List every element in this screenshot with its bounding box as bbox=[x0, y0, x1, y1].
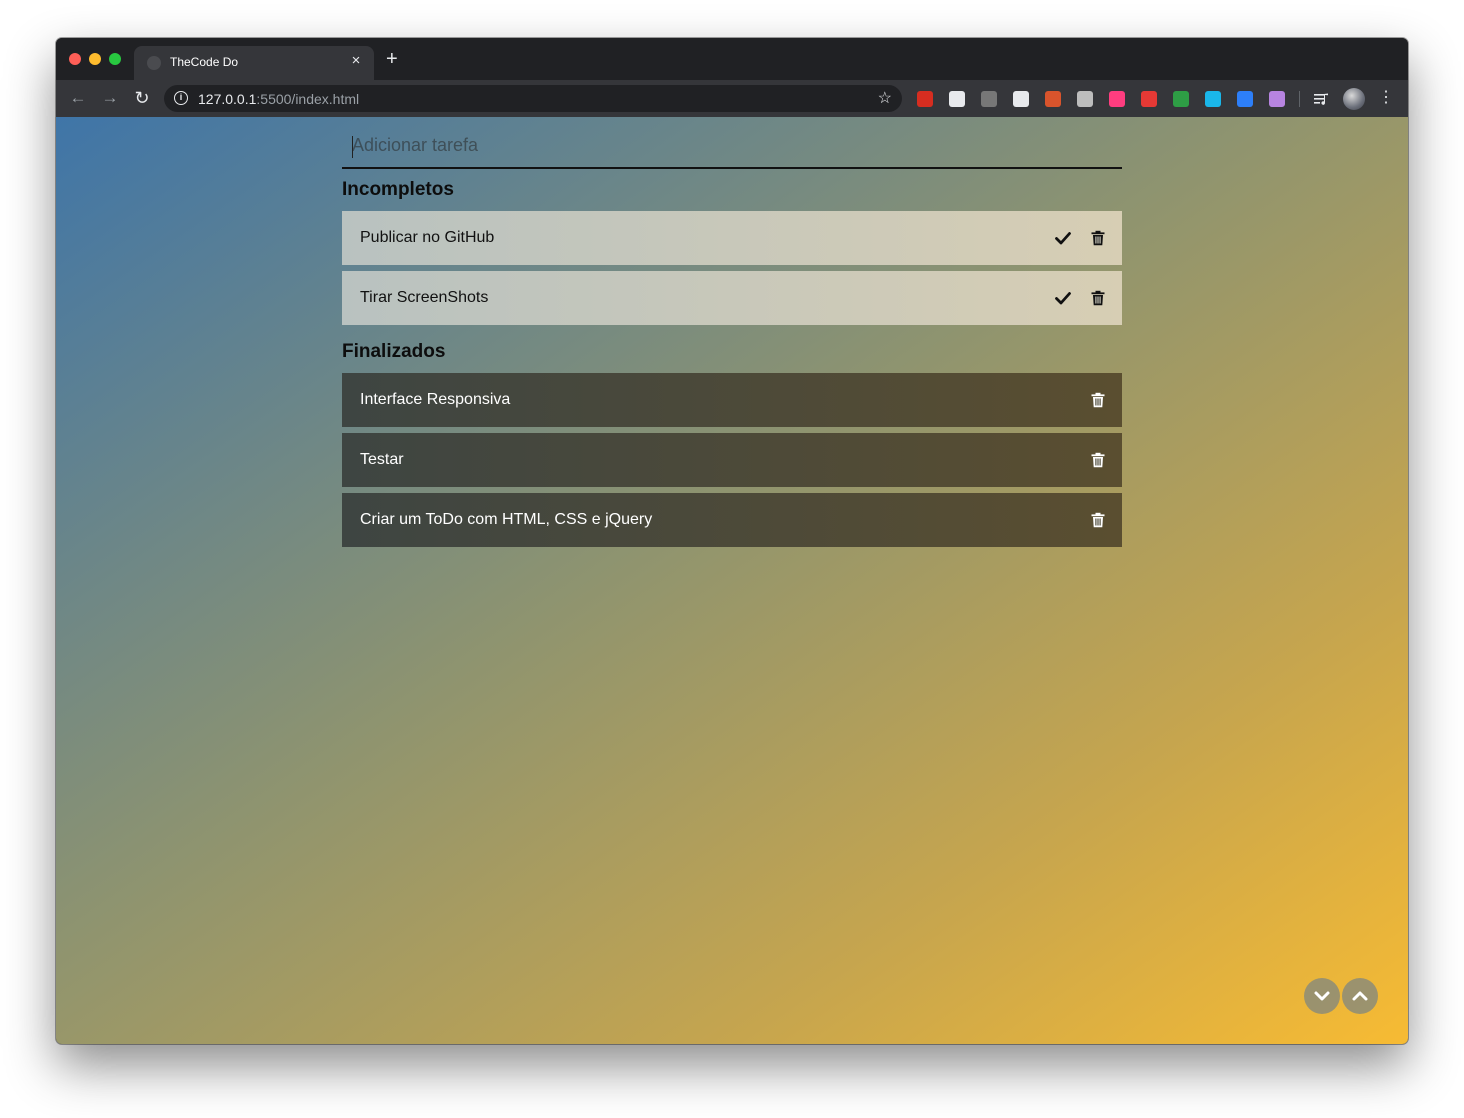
task-actions bbox=[1090, 493, 1106, 547]
done-list: Interface Responsiva Testar Criar um ToDo … bbox=[342, 373, 1122, 547]
todo-container: Incompletos Publicar no GitHub Tirar Scre… bbox=[342, 117, 1122, 553]
code-icon[interactable] bbox=[981, 91, 997, 107]
page-content: Incompletos Publicar no GitHub Tirar Scre… bbox=[56, 117, 1408, 1044]
complete-task-button[interactable] bbox=[1055, 290, 1071, 306]
task-item: Publicar no GitHub bbox=[342, 211, 1122, 265]
tab-strip: TheCode Do × + bbox=[56, 38, 1408, 80]
scroll-controls bbox=[1304, 978, 1378, 1014]
back-arrow-icon[interactable]: ← bbox=[68, 88, 88, 108]
task-actions bbox=[1055, 211, 1106, 265]
wappalyzer-icon[interactable] bbox=[1045, 91, 1061, 107]
menu-icon[interactable]: ⋮ bbox=[1378, 88, 1394, 108]
pending-section-title: Incompletos bbox=[342, 179, 454, 200]
color-picker-icon[interactable] bbox=[1109, 91, 1125, 107]
add-task-input[interactable] bbox=[352, 133, 1112, 157]
trash-icon bbox=[1091, 452, 1105, 468]
trash-icon bbox=[1091, 392, 1105, 408]
lighthouse-icon[interactable] bbox=[1077, 91, 1093, 107]
toolbar-divider bbox=[1299, 91, 1300, 107]
add-task-field bbox=[342, 117, 1122, 169]
task-item: Testar bbox=[342, 433, 1122, 487]
task-label: Interface Responsiva bbox=[360, 391, 511, 408]
task-label: Tirar ScreenShots bbox=[360, 289, 489, 306]
complete-task-button[interactable] bbox=[1055, 230, 1071, 246]
task-item: Criar um ToDo com HTML, CSS e jQuery bbox=[342, 493, 1122, 547]
check-icon bbox=[1055, 232, 1071, 245]
scroll-up-button[interactable] bbox=[1342, 978, 1378, 1014]
url-text[interactable]: 127.0.0.1:5500/index.html bbox=[198, 91, 359, 107]
browser-toolbar: ← → ↻ i 127.0.0.1:5500/index.html ☆ ⋮ bbox=[56, 80, 1408, 117]
chevron-up-icon bbox=[1352, 991, 1368, 1001]
delete-task-button[interactable] bbox=[1090, 512, 1106, 528]
task-label: Criar um ToDo com HTML, CSS e jQuery bbox=[360, 511, 653, 528]
close-window-button[interactable] bbox=[69, 53, 81, 65]
adblock-icon[interactable] bbox=[917, 91, 933, 107]
pending-list: Publicar no GitHub Tirar ScreenShots bbox=[342, 211, 1122, 325]
delete-task-button[interactable] bbox=[1090, 452, 1106, 468]
info-icon[interactable]: i bbox=[174, 91, 188, 105]
profile-avatar[interactable] bbox=[1343, 88, 1365, 110]
task-actions bbox=[1055, 271, 1106, 325]
tab-close-icon[interactable]: × bbox=[348, 52, 364, 69]
text-caret bbox=[352, 136, 353, 158]
url-path: :5500/index.html bbox=[256, 91, 360, 107]
delete-task-button[interactable] bbox=[1090, 230, 1106, 246]
media-controls-icon[interactable] bbox=[1313, 91, 1329, 107]
bookmark-icon[interactable] bbox=[1013, 91, 1029, 107]
delete-task-button[interactable] bbox=[1090, 392, 1106, 408]
chevron-down-icon bbox=[1314, 991, 1330, 1001]
globe-icon bbox=[147, 56, 161, 70]
delete-task-button[interactable] bbox=[1090, 290, 1106, 306]
trash-icon bbox=[1091, 230, 1105, 246]
url-host: 127.0.0.1 bbox=[198, 91, 257, 107]
address-bar[interactable]: i 127.0.0.1:5500/index.html ☆ bbox=[164, 85, 902, 112]
trash-icon bbox=[1091, 290, 1105, 306]
task-label: Publicar no GitHub bbox=[360, 229, 495, 246]
vpn-icon[interactable] bbox=[1237, 91, 1253, 107]
bookmark-star-icon[interactable]: ☆ bbox=[878, 88, 892, 108]
minimize-window-button[interactable] bbox=[89, 53, 101, 65]
task-item: Interface Responsiva bbox=[342, 373, 1122, 427]
trash-icon bbox=[1091, 512, 1105, 528]
forward-arrow-icon[interactable]: → bbox=[100, 88, 120, 108]
task-item: Tirar ScreenShots bbox=[342, 271, 1122, 325]
resize-icon[interactable] bbox=[1173, 91, 1189, 107]
done-section-title: Finalizados bbox=[342, 341, 446, 362]
new-tab-button[interactable]: + bbox=[386, 49, 398, 69]
task-label: Testar bbox=[360, 451, 404, 468]
react-icon[interactable] bbox=[949, 91, 965, 107]
screenshot-icon[interactable] bbox=[1141, 91, 1157, 107]
font-icon[interactable] bbox=[1269, 91, 1285, 107]
check-icon bbox=[1055, 292, 1071, 305]
maximize-window-button[interactable] bbox=[109, 53, 121, 65]
task-actions bbox=[1090, 433, 1106, 487]
vimeo-icon[interactable] bbox=[1205, 91, 1221, 107]
task-actions bbox=[1090, 373, 1106, 427]
tab-title: TheCode Do bbox=[170, 55, 239, 69]
tab-active[interactable]: TheCode Do × bbox=[134, 46, 374, 80]
reload-icon[interactable]: ↻ bbox=[132, 88, 152, 108]
browser-window: TheCode Do × + ← → ↻ i 127.0.0.1:5500/in… bbox=[56, 38, 1408, 1044]
scroll-down-button[interactable] bbox=[1304, 978, 1340, 1014]
